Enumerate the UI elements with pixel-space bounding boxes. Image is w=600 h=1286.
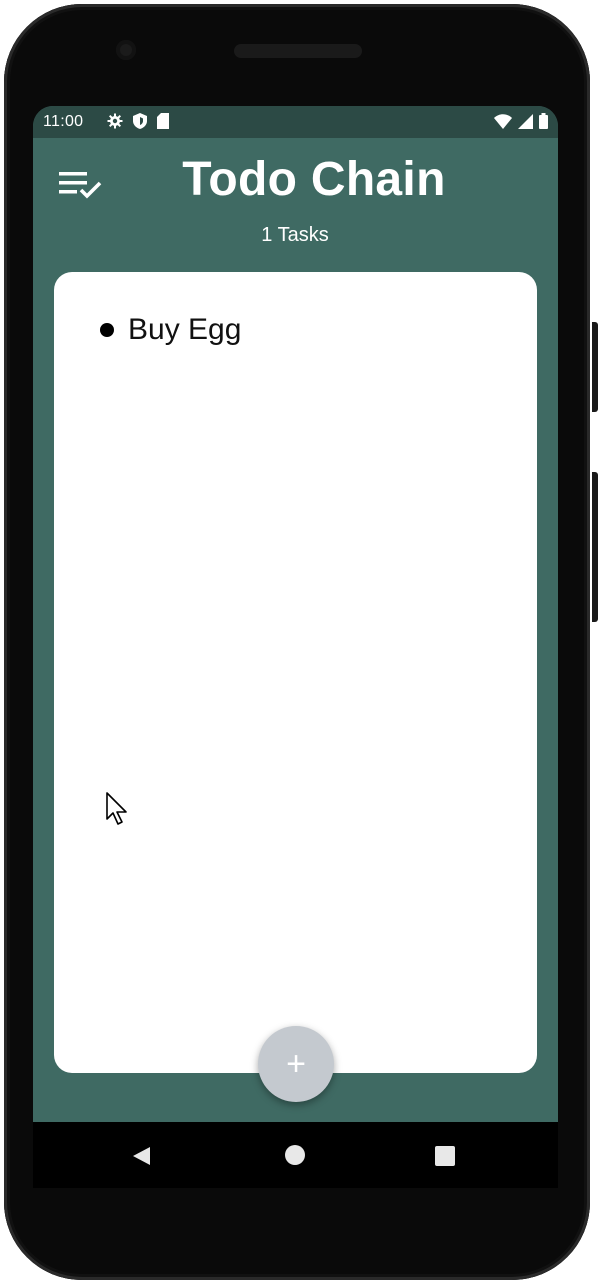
sd-card-icon bbox=[157, 113, 169, 129]
app-screen: 11:00 Todo Chain 1 Tasks Buy Egg + bbox=[33, 106, 558, 1122]
volume-button bbox=[592, 472, 598, 622]
status-icons-right bbox=[494, 113, 548, 129]
page-title: Todo Chain bbox=[182, 153, 446, 206]
front-camera bbox=[116, 40, 136, 60]
recents-square-icon[interactable] bbox=[435, 1146, 455, 1166]
status-icons-left bbox=[107, 113, 169, 129]
task-list-card: Buy Egg bbox=[54, 272, 537, 1073]
battery-icon bbox=[539, 113, 548, 129]
home-circle-icon[interactable] bbox=[285, 1145, 305, 1165]
settings-gear-icon bbox=[107, 113, 123, 129]
list-check-icon[interactable] bbox=[57, 168, 105, 202]
power-button bbox=[592, 322, 598, 412]
back-triangle-icon[interactable] bbox=[131, 1146, 151, 1166]
status-time: 11:00 bbox=[43, 113, 84, 130]
bullet-icon bbox=[100, 323, 114, 337]
add-task-button[interactable]: + bbox=[258, 1026, 334, 1102]
status-bar: 11:00 bbox=[33, 106, 558, 138]
task-list: Buy Egg bbox=[100, 312, 241, 348]
app-bar: Todo Chain 1 Tasks bbox=[33, 138, 558, 268]
earpiece-speaker bbox=[234, 44, 362, 58]
phone-device: 11:00 Todo Chain 1 Tasks Buy Egg + bbox=[0, 0, 600, 1286]
signal-icon bbox=[518, 113, 533, 129]
system-nav-bar bbox=[33, 1122, 558, 1188]
task-text: Buy Egg bbox=[128, 313, 242, 346]
plus-icon: + bbox=[286, 1044, 306, 1083]
shield-icon bbox=[133, 113, 147, 129]
task-item[interactable]: Buy Egg bbox=[100, 312, 241, 348]
wifi-icon bbox=[494, 113, 512, 129]
mouse-cursor-icon bbox=[106, 792, 127, 825]
task-count: 1 Tasks bbox=[261, 224, 329, 246]
